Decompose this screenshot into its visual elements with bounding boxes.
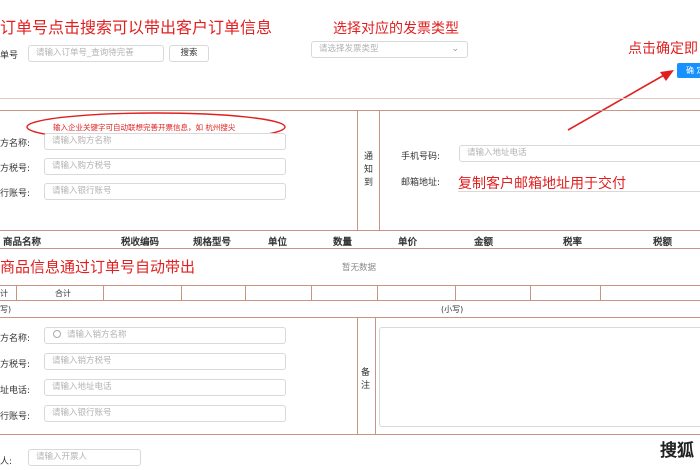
total-label: 合计 [55, 289, 71, 298]
buyer-name-label: 方名称: [0, 139, 31, 149]
total-col-5 [311, 285, 312, 301]
confirm-annotation: 点击确定即 [628, 41, 698, 57]
seller-name-placeholder: 请输入销方名称 [67, 330, 127, 340]
remark-textarea[interactable] [379, 327, 700, 427]
buyer-account-input[interactable]: 请输入银行账号 [44, 183, 286, 200]
confirm-button[interactable]: 确 定 [677, 63, 700, 78]
invoice-type-placeholder: 请选择发票类型 [319, 44, 379, 54]
company-search-annotation: 输入企业关键字可自动联想完善开票信息，如 杭州搜尖 [53, 123, 236, 132]
invoice-type-select[interactable]: 请选择发票类型 ⌄ [311, 41, 468, 58]
sohu-watermark: 搜狐 [660, 441, 694, 461]
seller-tax-input[interactable]: 请输入销方税号 [44, 353, 286, 370]
header-amount: 金额 [474, 237, 494, 248]
amount-words-row [0, 300, 700, 318]
seller-name-input[interactable]: 请输入销方名称 [44, 327, 286, 344]
order-number-label: 单号 [0, 51, 19, 61]
seller-account-input[interactable]: 请输入银行账号 [44, 405, 286, 422]
chevron-down-icon: ⌄ [451, 44, 459, 54]
header-unit-price: 单价 [398, 237, 418, 248]
phone-label: 手机号码: [401, 152, 441, 162]
seller-account-label: 行账号: [0, 412, 31, 422]
notify-section-label: 通知到 [364, 152, 374, 188]
total-col-2 [103, 285, 104, 301]
total-row [0, 285, 700, 301]
header-tax-rate: 税率 [563, 237, 583, 248]
header-divider [0, 98, 700, 99]
drawer-input[interactable]: 请输入开票人 [28, 449, 141, 466]
order-number-input[interactable]: 请输入订单号_查询待完善 [28, 45, 164, 62]
remark-label: 备注 [361, 368, 371, 391]
notify-section [357, 110, 700, 231]
remark-divider [375, 317, 376, 435]
total-col-4 [245, 285, 246, 301]
drawer-label: 人: [0, 457, 13, 467]
buyer-account-label: 行账号: [0, 189, 31, 199]
buyer-tax-label: 方税号: [0, 164, 31, 174]
seller-address-label: 址电话: [0, 386, 31, 396]
total-col-1 [16, 285, 17, 301]
total-col-8 [530, 285, 531, 301]
total-left-label: 计 [0, 289, 8, 298]
buyer-name-input[interactable]: 请输入购方名称 [44, 133, 286, 150]
buyer-tax-input[interactable]: 请输入购方税号 [44, 158, 286, 175]
seller-tax-label: 方税号: [0, 360, 31, 370]
empty-data-text: 暂无数据 [342, 263, 377, 273]
notify-divider [379, 110, 380, 231]
header-product-name: 商品名称 [3, 237, 42, 248]
total-col-6 [377, 285, 378, 301]
total-col-3 [181, 285, 182, 301]
order-search-button[interactable]: 搜索 [169, 45, 209, 62]
email-label: 邮箱地址: [401, 178, 441, 188]
header-tax-code: 税收编码 [121, 237, 160, 248]
order-search-annotation: 订单号点击搜索可以带出客户订单信息 [0, 18, 273, 37]
email-annotation: 复制客户邮箱地址用于交付 [458, 176, 626, 192]
total-col-7 [455, 285, 456, 301]
uppercase-label: 写) [0, 305, 12, 314]
goods-annotation: 商品信息通过订单号自动带出 [0, 258, 196, 276]
goods-header-bottom [0, 248, 700, 249]
header-quantity: 数量 [333, 237, 353, 248]
header-unit: 单位 [268, 237, 288, 248]
total-col-9 [600, 285, 601, 301]
lowercase-label: (小写) [441, 305, 464, 314]
header-spec: 规格型号 [193, 237, 232, 248]
email-input-underline [458, 191, 700, 192]
seller-name-label: 方名称: [0, 334, 31, 344]
header-tax-amount: 税额 [653, 237, 673, 248]
search-icon [53, 330, 61, 338]
invoice-type-annotation: 选择对应的发票类型 [333, 21, 459, 37]
phone-input[interactable]: 请输入地址电话 [459, 145, 700, 162]
seller-address-input[interactable]: 请输入地址电话 [44, 379, 286, 396]
